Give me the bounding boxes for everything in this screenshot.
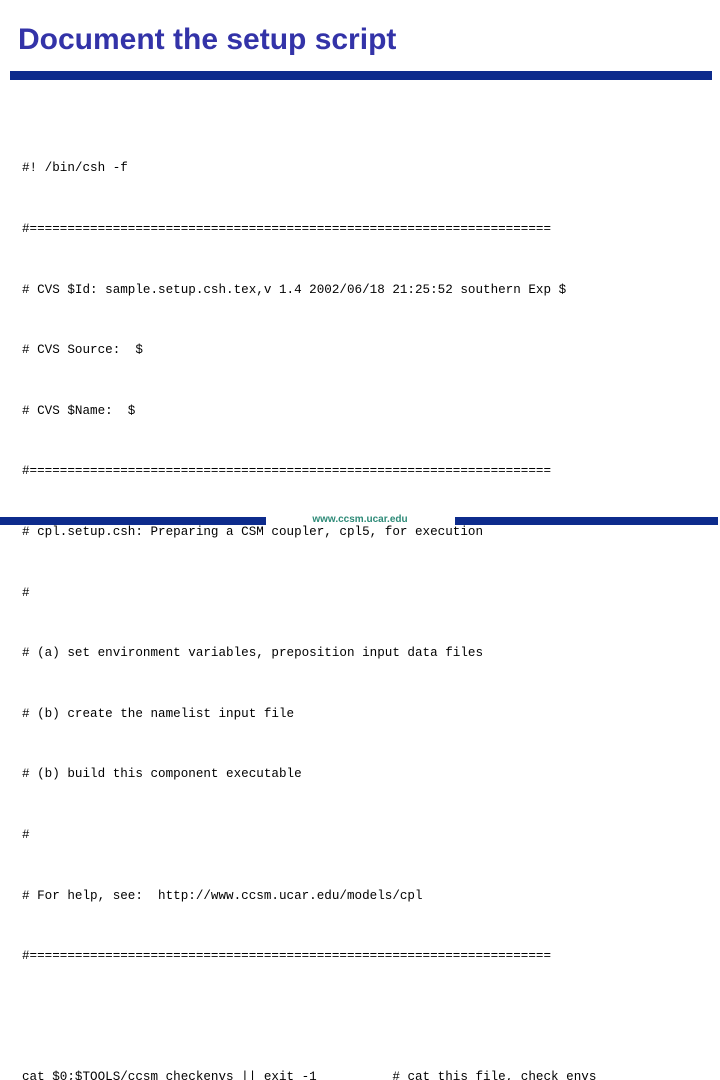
footer-bar-right — [455, 517, 718, 525]
code-line: # — [22, 827, 30, 842]
slide: Document the setup script #! /bin/csh -f… — [0, 0, 720, 1080]
code-line: #=======================================… — [22, 464, 552, 479]
title-divider — [10, 71, 712, 80]
code-line: # CVS $Name: $ — [22, 403, 136, 418]
code-line: #! /bin/csh -f — [22, 161, 128, 176]
code-line: # (b) build this component executable — [22, 767, 302, 782]
code-line: #=======================================… — [22, 222, 552, 236]
code-line: # — [22, 585, 30, 600]
code-line: # For help, see: http://www.ccsm.ucar.ed… — [22, 888, 423, 903]
page-title: Document the setup script — [18, 23, 397, 56]
code-command-spacer — [317, 1070, 393, 1080]
code-command-line: cat $0;$TOOLS/ccsm_checkenvs || exit -1 … — [22, 1067, 712, 1080]
code-block: #! /bin/csh -f #========================… — [22, 118, 712, 1080]
code-line: # (a) set environment variables, preposi… — [22, 646, 484, 661]
code-command-text: cat $0;$TOOLS/ccsm_checkenvs || exit -1 — [22, 1070, 317, 1080]
code-line: # CVS Source: $ — [22, 343, 143, 358]
code-line: # (b) create the namelist input file — [22, 706, 295, 721]
code-line: # CVS $Id: sample.setup.csh.tex,v 1.4 20… — [22, 282, 567, 297]
code-line: #=======================================… — [22, 949, 552, 964]
code-command-comment: # cat this file, check envs — [392, 1070, 597, 1080]
